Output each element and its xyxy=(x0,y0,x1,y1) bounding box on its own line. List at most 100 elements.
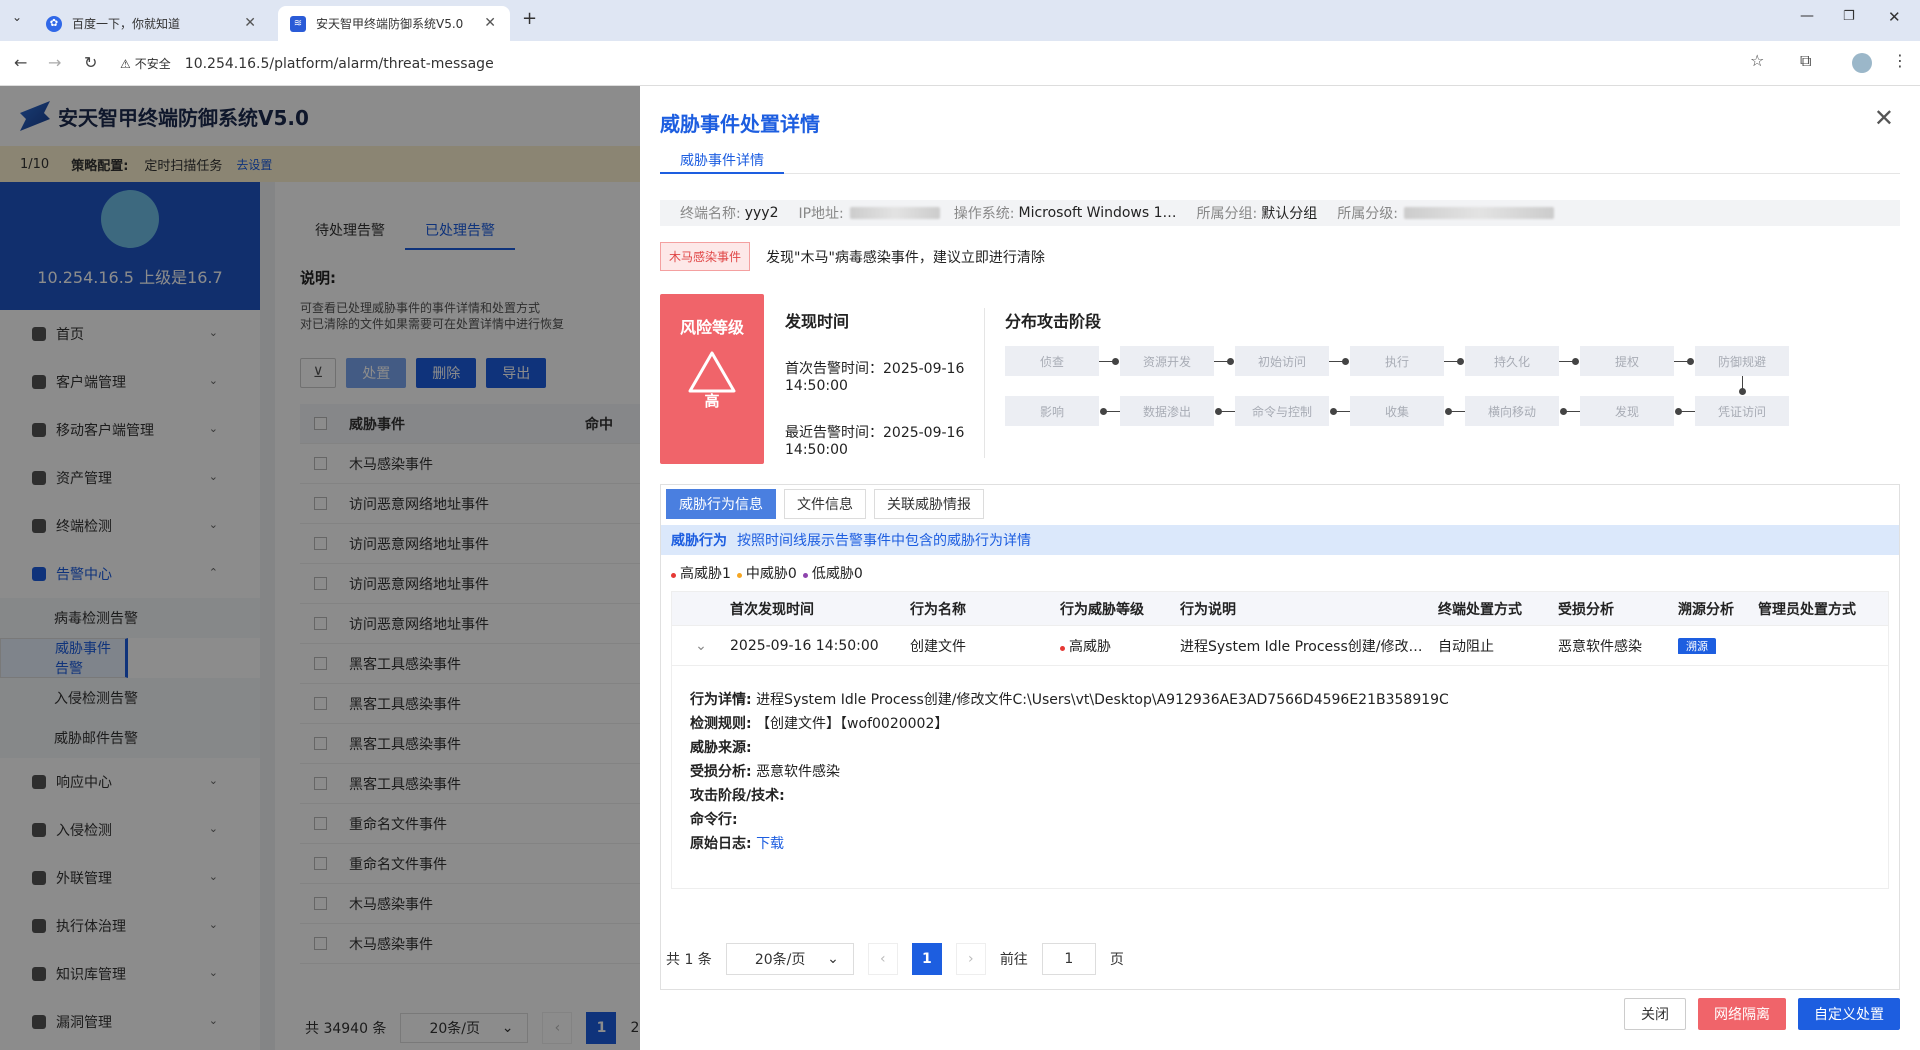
level-text: 高威胁 xyxy=(1069,638,1111,655)
tab-title: 安天智甲终端防御系统V5.0 xyxy=(316,17,464,31)
browser-tab-antiy[interactable]: ≋ 安天智甲终端防御系统V5.0 ✕ xyxy=(278,6,510,41)
attack-stages: 分布攻击阶段 侦查 资源开发 初始访问 执行 持久化 提权 防御规避 影响 数据渗出 命令与控制收… xyxy=(1005,308,1805,426)
event-text: 发现"木马"病毒感染事件，建议立即进行清除 xyxy=(766,249,1045,266)
behavior-pager: 共 1 条 20条/页 ⌄ ‹ 1 › 前往 1 页 xyxy=(666,943,1124,975)
stage-row2-3: 收集 xyxy=(1350,396,1444,426)
forward-icon[interactable]: → xyxy=(48,53,61,72)
stage-connector xyxy=(1674,358,1694,365)
stage-row2-1: 数据渗出 xyxy=(1120,396,1214,426)
extensions-icon[interactable]: ⧉ xyxy=(1800,51,1811,71)
goto-label: 前往 xyxy=(999,952,1028,968)
stage-connector xyxy=(1214,358,1234,365)
restore-icon[interactable]: ❐ xyxy=(1843,9,1855,24)
stage-6: 防御规避 xyxy=(1695,346,1789,376)
goto-input[interactable]: 1 xyxy=(1041,943,1096,975)
panel-tabs: 威胁行为信息 文件信息 关联威胁情报 xyxy=(666,489,984,519)
browser-tab-baidu[interactable]: ✿ 百度一下，你就知道 ✕ xyxy=(34,6,270,41)
detail-behavior: 行为详情: 进程System Idle Process创建/修改文件C:\Use… xyxy=(690,688,1870,712)
url-field[interactable]: ⚠ 不安全 10.254.16.5/platform/alarm/threat-… xyxy=(120,48,1770,79)
pager-size-value: 20条/页 xyxy=(754,952,806,968)
browser-menu-icon[interactable]: ⋮ xyxy=(1892,51,1908,70)
stage-row2-5: 发现 xyxy=(1580,396,1674,426)
info-title: 威胁行为 xyxy=(671,533,727,549)
download-link[interactable]: 下载 xyxy=(756,836,784,852)
legend-high: 高威胁1 xyxy=(671,563,731,583)
stage-connector xyxy=(1218,411,1235,412)
event-tag: 木马感染事件 xyxy=(660,242,751,271)
close-icon[interactable]: ✕ xyxy=(1874,104,1894,132)
col-trace: 溯源分析 xyxy=(1678,601,1734,618)
stage-row2-4: 横向移动 xyxy=(1465,396,1559,426)
detail-label: 攻击阶段/技术: xyxy=(690,788,785,804)
col-time: 首次发现时间 xyxy=(730,601,814,618)
info-label: 所属分级: xyxy=(1337,206,1398,222)
tab-close-icon[interactable]: ✕ xyxy=(484,15,496,31)
drawer-tabs: 威胁事件详情 xyxy=(660,150,1900,174)
info-text: 按照时间线展示告警事件中包含的威胁行为详情 xyxy=(737,533,1031,549)
stage-connector xyxy=(1739,376,1746,395)
detail-cmd: 命令行: xyxy=(690,808,1870,832)
terminal-info: 终端名称: yyy2 IP地址: 操作系统: Microsoft Windows 1… xyxy=(660,200,1900,226)
detail-rule: 检测规则: 【创建文件】【wof0020002】 xyxy=(690,712,1870,736)
high-dot-icon xyxy=(1060,645,1065,651)
tab-threat-behavior[interactable]: 威胁行为信息 xyxy=(666,489,776,519)
drawer-footer: 关闭 网络隔离 自定义处置 xyxy=(1624,998,1900,1030)
modal-overlay[interactable] xyxy=(0,86,640,1050)
col-damage: 受损分析 xyxy=(1558,601,1614,618)
reload-icon[interactable]: ↻ xyxy=(84,53,97,72)
security-label: 不安全 xyxy=(134,57,171,71)
col-name: 行为名称 xyxy=(910,601,966,618)
minimize-icon[interactable]: — xyxy=(1800,8,1814,24)
behavior-detail: 行为详情: 进程System Idle Process创建/修改文件C:\Use… xyxy=(672,666,1888,888)
back-icon[interactable]: ← xyxy=(14,53,27,72)
tab-threat-intel[interactable]: 关联威胁情报 xyxy=(874,489,984,519)
bookmark-star-icon[interactable]: ☆ xyxy=(1750,51,1764,70)
terminal-name: yyy2 xyxy=(744,205,779,221)
url-text: 10.254.16.5/platform/alarm/threat-messag… xyxy=(184,55,494,72)
tab-file-info[interactable]: 文件信息 xyxy=(784,489,866,519)
address-bar-row: ← → ↻ ⚠ 不安全 10.254.16.5/platform/alarm/t… xyxy=(0,41,1920,86)
behavior-panel: 威胁行为信息 文件信息 关联威胁情报 威胁行为 按照时间线展示告警事件中包含的威… xyxy=(660,484,1900,990)
detail-label: 受损分析: xyxy=(690,764,752,780)
col-desc: 行为说明 xyxy=(1180,601,1236,618)
tab-close-icon[interactable]: ✕ xyxy=(244,15,256,31)
detail-label: 威胁来源: xyxy=(690,740,752,756)
tab-title: 百度一下，你就知道 xyxy=(72,17,181,31)
tab-search-icon[interactable]: ⌄ xyxy=(12,10,22,24)
behavior-info-bar: 威胁行为 按照时间线展示告警事件中包含的威胁行为详情 xyxy=(661,525,1899,555)
risk-card: 风险等级 高 xyxy=(660,294,764,464)
time-block: 发现时间 首次告警时间：2025-09-16 14:50:00 最近告警时间：2… xyxy=(785,308,985,458)
detail-damage: 受损分析: 恶意软件感染 xyxy=(690,760,1870,784)
detail-label: 命令行: xyxy=(690,812,738,828)
stage-1: 资源开发 xyxy=(1120,346,1214,376)
legend-label: 高威胁1 xyxy=(680,566,731,582)
stage-connector xyxy=(1103,411,1120,412)
pager-size-select[interactable]: 20条/页 ⌄ xyxy=(725,943,854,975)
antiy-favicon-icon: ≋ xyxy=(290,15,306,32)
col-handle: 终端处置方式 xyxy=(1438,601,1522,618)
stage-connector xyxy=(1563,411,1580,412)
next-page-icon[interactable]: › xyxy=(955,943,986,975)
page-1[interactable]: 1 xyxy=(911,943,942,975)
detail-value: 【创建文件】【wof0020002】 xyxy=(756,716,949,732)
collapse-chevron-icon[interactable]: ⌄ xyxy=(672,638,730,654)
profile-avatar[interactable] xyxy=(1852,53,1872,73)
stage-2: 初始访问 xyxy=(1235,346,1329,376)
group-value: 默认分组 xyxy=(1261,206,1318,222)
isolate-button[interactable]: 网络隔离 xyxy=(1698,998,1786,1030)
window-close-icon[interactable]: ✕ xyxy=(1888,8,1901,26)
browser-tabbar: ⌄ ✿ 百度一下，你就知道 ✕ ≋ 安天智甲终端防御系统V5.0 ✕ + — ❐… xyxy=(0,0,1920,41)
cell-handle: 自动阻止 xyxy=(1438,638,1494,655)
chevron-down-icon: ⌄ xyxy=(827,951,839,967)
col-admin: 管理员处置方式 xyxy=(1758,601,1856,618)
mid-dot-icon xyxy=(736,573,742,578)
legend-label: 中威胁0 xyxy=(745,566,797,582)
last-alarm-time: 最近告警时间：2025-09-16 14:50:00 xyxy=(785,425,965,458)
prev-page-icon[interactable]: ‹ xyxy=(867,943,898,975)
time-title: 发现时间 xyxy=(785,312,850,331)
close-button[interactable]: 关闭 xyxy=(1624,998,1686,1030)
tab-event-detail[interactable]: 威胁事件详情 xyxy=(660,150,784,174)
trace-button[interactable]: 溯源 xyxy=(1678,637,1716,654)
new-tab-icon[interactable]: + xyxy=(522,8,537,29)
custom-dispose-button[interactable]: 自定义处置 xyxy=(1798,998,1900,1030)
